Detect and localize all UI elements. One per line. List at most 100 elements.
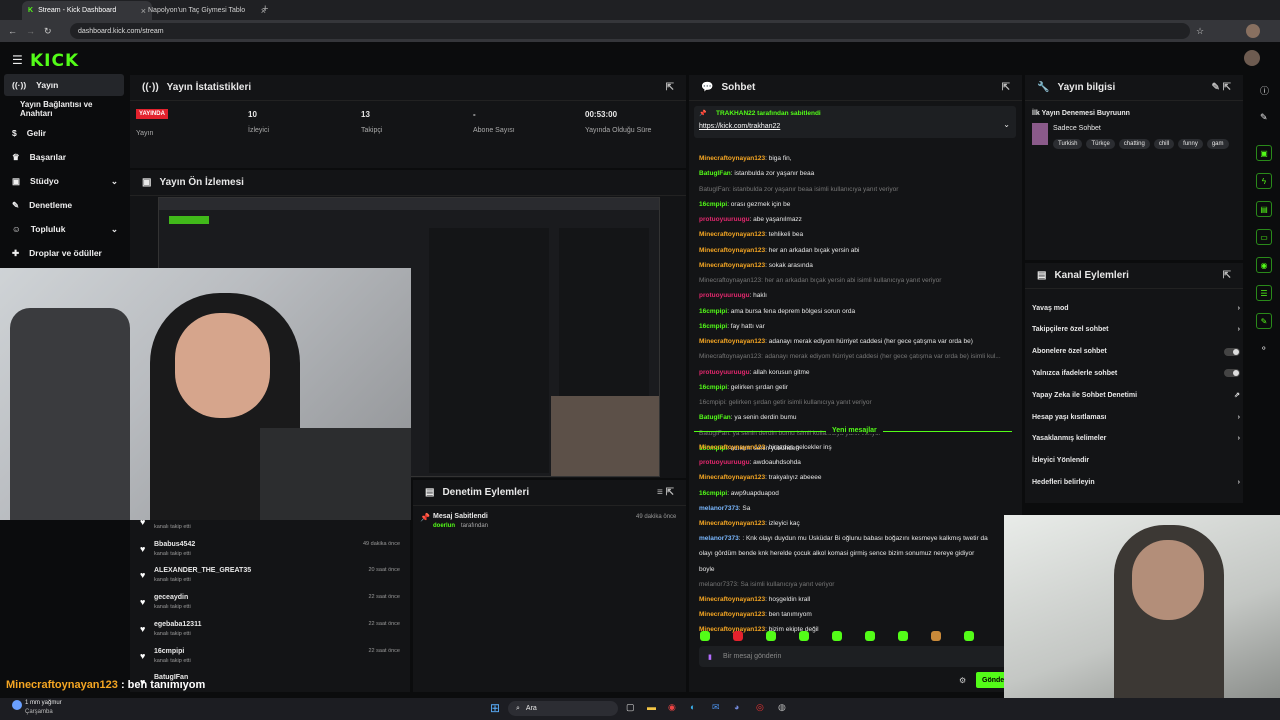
broadcast-icon[interactable]: ◉: [1256, 257, 1272, 273]
channel-action-item[interactable]: Yasaklanmış kelimeler ›: [1032, 433, 1240, 445]
chat-username[interactable]: melanor7373: [699, 535, 739, 542]
sidebar-item-basarilar[interactable]: ♛ Başarılar: [4, 146, 124, 168]
windows-start-icon[interactable]: ⊞: [490, 701, 500, 715]
chat-username[interactable]: protuoyuuruugu: [699, 459, 750, 466]
new-tab-icon[interactable]: +: [262, 3, 268, 15]
follower-name[interactable]: 16cmpipi: [154, 648, 184, 655]
edge-icon[interactable]: ◐: [690, 702, 695, 712]
channel-action-item[interactable]: İzleyici Yönlendir: [1032, 455, 1240, 467]
document-icon[interactable]: ▤: [1256, 201, 1272, 217]
follower-name[interactable]: ALEXANDER_THE_GREAT35: [154, 567, 251, 574]
channel-action-item[interactable]: Yapay Zeka ile Sohbet Denetimi ⇗: [1032, 389, 1240, 401]
channel-action-item[interactable]: Yalnızca ifadelerle sohbet: [1032, 367, 1240, 379]
emote-bar[interactable]: [700, 631, 1010, 643]
chevron-down-icon[interactable]: ⌄: [1003, 120, 1010, 129]
avatar[interactable]: [1244, 50, 1260, 66]
toggle-switch[interactable]: [1224, 347, 1240, 356]
lightning-icon[interactable]: ϟ: [1256, 173, 1272, 189]
follower-name[interactable]: egebaba12311: [154, 621, 201, 628]
pinned-link[interactable]: https://kick.com/trakhan22: [699, 123, 780, 130]
emote-icon[interactable]: [766, 631, 776, 641]
chat-username[interactable]: protuoyuuruugu: [699, 369, 750, 376]
emote-icon[interactable]: [733, 631, 743, 641]
list-icon[interactable]: ☰: [1256, 285, 1272, 301]
chat-username[interactable]: 16cmpipi: [699, 323, 727, 330]
tag[interactable]: Türkçe: [1086, 139, 1115, 149]
channel-action-item[interactable]: Hedefleri belirleyin ›: [1032, 476, 1240, 488]
chat-username[interactable]: protuoyuuruugu: [699, 292, 750, 299]
edit-icon[interactable]: ✎ ⇱: [1211, 82, 1231, 93]
obs-icon[interactable]: ◎: [756, 702, 764, 713]
chat-username[interactable]: melanor7373: [699, 505, 739, 512]
chat-username[interactable]: Minecraftoynayan123: [699, 155, 765, 162]
tag[interactable]: funny: [1178, 139, 1203, 149]
emote-icon[interactable]: [799, 631, 809, 641]
expand-icon[interactable]: ⇱: [1002, 82, 1010, 93]
emote-icon[interactable]: [964, 631, 974, 641]
sidebar-item-topluluk[interactable]: ☺ Topluluk ⌄: [4, 218, 124, 240]
weather-text[interactable]: 1 mm yağmur: [25, 700, 62, 706]
emote-icon[interactable]: [700, 631, 710, 641]
emote-icon[interactable]: [865, 631, 875, 641]
share-icon[interactable]: ⚬: [1260, 343, 1268, 354]
tag[interactable]: Turkish: [1053, 139, 1083, 149]
sidebar-item-yayin[interactable]: ((·)) Yayın: [4, 74, 124, 96]
chat-username[interactable]: Minecraftoynayan123: [699, 596, 765, 603]
emote-icon[interactable]: [898, 631, 908, 641]
channel-action-item[interactable]: Hesap yaşı kısıtlaması ›: [1032, 411, 1240, 423]
task-view-icon[interactable]: ▢: [626, 702, 635, 713]
pinned-message[interactable]: 📌 TRAKHAN22 tarafından sabitlendi https:…: [694, 106, 1016, 138]
chat-username[interactable]: Minecraftoynayan123: [699, 444, 765, 451]
chat-username[interactable]: 16cmpipi: [699, 384, 727, 391]
chat-username[interactable]: 16cmpipi: [699, 490, 727, 497]
chat-username[interactable]: BatugIFan: [699, 170, 731, 177]
edit-icon[interactable]: ✎: [1260, 112, 1268, 123]
gear-icon[interactable]: ⚙: [959, 676, 966, 685]
emote-icon[interactable]: [931, 631, 941, 641]
expand-icon[interactable]: ⇱: [666, 82, 674, 93]
avatar[interactable]: [1246, 24, 1260, 38]
follower-name[interactable]: Bbabus4542: [154, 541, 195, 548]
chat-username[interactable]: Minecraftoynayan123: [699, 262, 765, 269]
discord-icon[interactable]: ◕: [734, 702, 739, 712]
channel-action-item[interactable]: Yavaş mod ›: [1032, 302, 1240, 314]
reload-icon[interactable]: ↻: [44, 26, 52, 37]
chat-username[interactable]: protuoyuuruugu: [699, 216, 750, 223]
channel-action-item[interactable]: Takipçilere özel sohbet ›: [1032, 324, 1240, 336]
chat-input[interactable]: ▮ Bir mesaj gönderin: [699, 646, 1007, 667]
sidebar-item-denetleme[interactable]: ✎ Denetleme: [4, 194, 124, 216]
moderation-actor[interactable]: doerlun: [433, 523, 455, 529]
chat-username[interactable]: BatugIFan: [699, 414, 731, 421]
chat-username[interactable]: 16cmpipi: [699, 201, 727, 208]
expand-icon[interactable]: ⇱: [1223, 270, 1231, 281]
menu-icon[interactable]: ☰: [12, 53, 23, 67]
forward-icon[interactable]: →: [26, 26, 35, 36]
star-icon[interactable]: ☆: [1196, 26, 1204, 37]
browser-tab[interactable]: Napolyon'un Taç Giymesi Tablo ×: [142, 1, 272, 20]
channel-action-item[interactable]: Abonelere özel sohbet: [1032, 346, 1240, 358]
tag[interactable]: chatting: [1118, 139, 1150, 149]
folder-icon[interactable]: ▬: [647, 702, 656, 712]
emote-icon[interactable]: [832, 631, 842, 641]
sidebar-item-droplar[interactable]: ✚ Droplar ve ödüller: [4, 242, 124, 264]
address-bar[interactable]: dashboard.kick.com/stream: [70, 23, 1190, 39]
steam-icon[interactable]: ◍: [778, 702, 786, 713]
sidebar-item-stream-key[interactable]: Yayın Bağlantısı ve Anahtarı: [4, 98, 124, 120]
chat-username[interactable]: Minecraftoynayan123: [699, 474, 765, 481]
chat-username[interactable]: Minecraftoynayan123: [699, 520, 765, 527]
wrench-icon[interactable]: ✎: [1256, 313, 1272, 329]
rail-button-icon[interactable]: ▣: [1256, 145, 1272, 161]
mic-icon[interactable]: ▮: [708, 653, 712, 661]
kick-logo[interactable]: KICK: [30, 51, 79, 71]
chat-username[interactable]: Minecraftoynayan123: [699, 338, 765, 345]
tag[interactable]: chill: [1153, 139, 1175, 149]
category-name[interactable]: Sadece Sohbet: [1053, 125, 1101, 132]
taskbar-search[interactable]: ⌕ Ara: [508, 701, 618, 716]
sidebar-item-studyo[interactable]: ▣ Stüdyo ⌄: [4, 170, 124, 192]
browser-tab-active[interactable]: K Stream - Kick Dashboard ×: [22, 1, 152, 20]
chat-username[interactable]: Minecraftoynayan123: [699, 247, 765, 254]
mail-icon[interactable]: ✉: [712, 702, 720, 713]
toggle-switch[interactable]: [1224, 369, 1240, 378]
chat-username[interactable]: 16cmpipi: [699, 308, 727, 315]
back-icon[interactable]: ←: [8, 26, 17, 36]
